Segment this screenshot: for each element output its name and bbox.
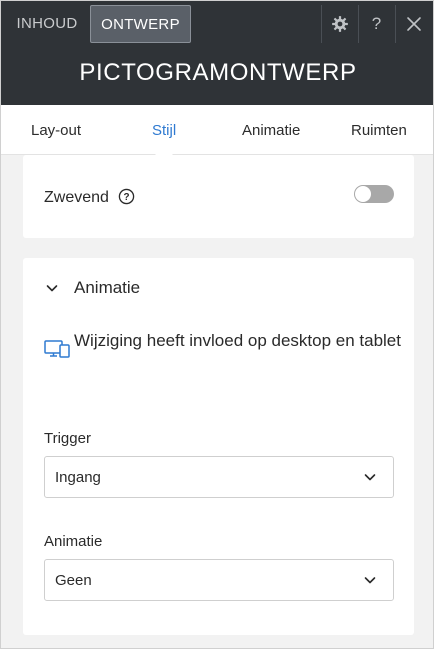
help-circle-icon[interactable]: ? xyxy=(118,188,135,205)
panel-header: INHOUD ONTWERP ? PICTOGRAMONTWERP xyxy=(1,1,433,105)
tab-stijl[interactable]: Stijl xyxy=(152,122,176,139)
animation-section-title[interactable]: Animatie xyxy=(74,278,140,298)
animation-label: Animatie xyxy=(44,533,103,550)
device-notice: Wijziging heeft invloed op desktop en ta… xyxy=(74,331,401,350)
design-panel: INHOUD ONTWERP ? PICTOGRAMONTWERP Lay-ou… xyxy=(0,0,434,649)
chevron-down-icon xyxy=(364,577,376,584)
floating-label: Zwevend xyxy=(44,189,109,206)
help-icon: ? xyxy=(371,14,382,33)
panel-title: PICTOGRAMONTWERP xyxy=(79,59,357,86)
top-tabs: INHOUD ONTWERP ? xyxy=(1,1,433,45)
sub-tabs: Lay-out Stijl Animatie Ruimten xyxy=(1,105,433,155)
desktop-tablet-icon xyxy=(44,340,70,358)
active-tab-indicator xyxy=(154,153,174,163)
chevron-down-icon[interactable] xyxy=(45,281,59,295)
toggle-knob xyxy=(355,186,371,202)
help-button[interactable]: ? xyxy=(358,5,394,43)
chevron-down-icon xyxy=(364,474,376,481)
tab-layout[interactable]: Lay-out xyxy=(31,122,81,139)
floating-card: Zwevend ? xyxy=(23,155,414,238)
trigger-select[interactable]: Ingang xyxy=(44,456,394,498)
gear-icon xyxy=(331,16,348,32)
settings-button[interactable] xyxy=(321,5,357,43)
floating-toggle[interactable] xyxy=(354,185,394,203)
trigger-label: Trigger xyxy=(44,430,91,447)
animation-select[interactable]: Geen xyxy=(44,559,394,601)
svg-text:?: ? xyxy=(123,192,129,203)
tab-ruimten[interactable]: Ruimten xyxy=(351,122,407,139)
tab-animatie[interactable]: Animatie xyxy=(242,122,300,139)
animation-value: Geen xyxy=(55,572,92,589)
tab-ontwerp[interactable]: ONTWERP xyxy=(90,5,191,43)
trigger-value: Ingang xyxy=(55,469,101,486)
close-button[interactable] xyxy=(395,5,431,43)
animation-card: Animatie Wijziging heeft invloed op desk… xyxy=(23,258,414,635)
close-icon xyxy=(406,17,421,31)
tab-inhoud[interactable]: INHOUD xyxy=(5,5,89,43)
